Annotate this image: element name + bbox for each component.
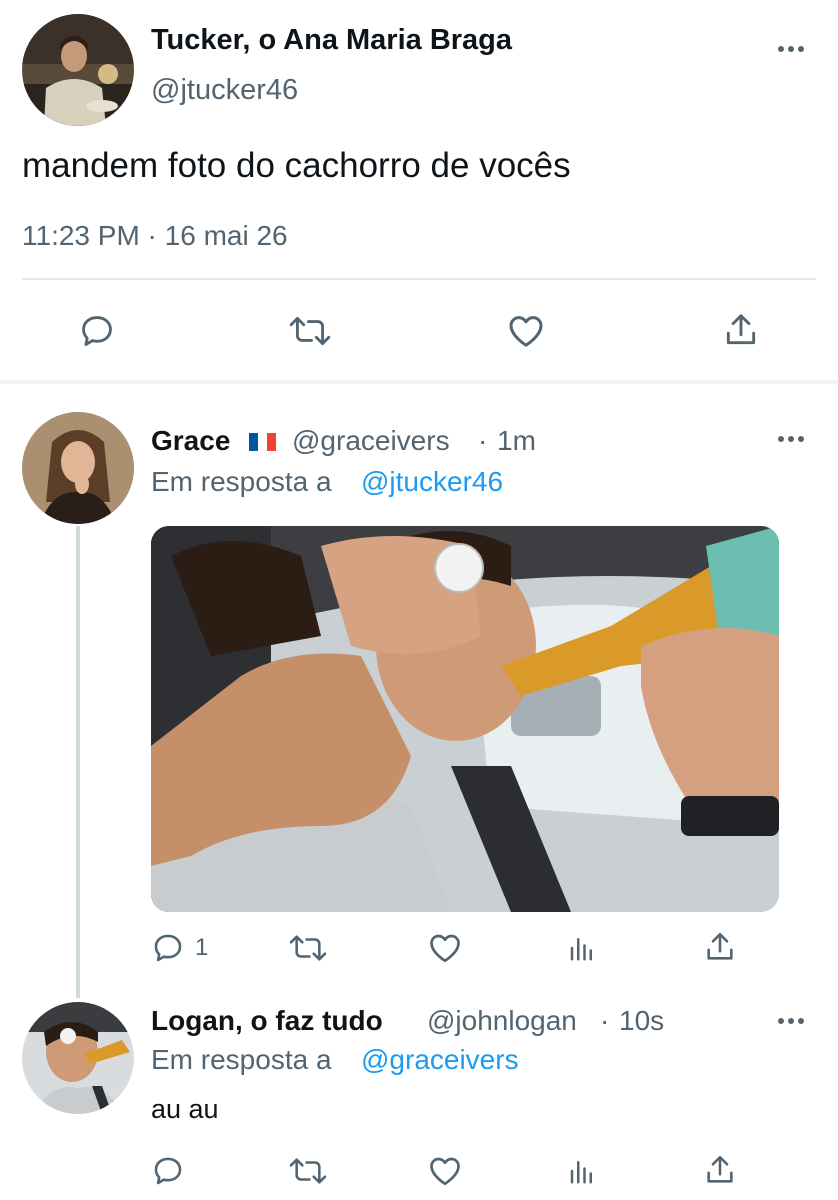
- author-handle[interactable]: @johnlogan: [427, 1005, 577, 1037]
- author-name[interactable]: Grace: [151, 425, 230, 457]
- analytics-icon[interactable]: [567, 932, 597, 964]
- thread-line: [76, 526, 80, 998]
- tweet-time[interactable]: 10s: [619, 1005, 664, 1037]
- tweet-timestamp: 11:23 PM · 16 mai 26: [22, 220, 288, 251]
- reply-icon[interactable]: [151, 931, 185, 965]
- more-options-icon[interactable]: [778, 434, 806, 444]
- more-options-icon[interactable]: [778, 1016, 806, 1026]
- tweet-text: mandem foto do cachorro de vocês: [22, 146, 571, 185]
- more-options-icon[interactable]: [778, 44, 806, 54]
- author-handle[interactable]: @jtucker46: [151, 74, 298, 107]
- france-flag-icon: [249, 433, 276, 451]
- section-divider: [0, 380, 838, 384]
- reply-context-handle[interactable]: @jtucker46: [361, 466, 503, 498]
- avatar-grace[interactable]: [22, 412, 134, 524]
- reply-context-handle[interactable]: @graceivers: [361, 1044, 519, 1076]
- analytics-icon[interactable]: [567, 1155, 597, 1187]
- share-icon[interactable]: [703, 1152, 737, 1188]
- reply-context-label: Em resposta a: [151, 466, 332, 497]
- tweet-text: au au: [151, 1094, 219, 1124]
- separator-dot: ·: [600, 1005, 610, 1036]
- reply-count: 1: [195, 934, 209, 961]
- author-name[interactable]: Logan, o faz tudo: [151, 1005, 383, 1037]
- author-handle[interactable]: @graceivers: [292, 425, 450, 457]
- retweet-icon[interactable]: [288, 312, 332, 350]
- like-icon[interactable]: [427, 930, 463, 966]
- reply-icon[interactable]: [78, 312, 116, 350]
- like-icon[interactable]: [505, 311, 547, 351]
- avatar-logan[interactable]: [22, 1002, 134, 1114]
- author-name[interactable]: Tucker, o Ana Maria Braga: [151, 24, 512, 57]
- share-icon[interactable]: [703, 929, 737, 965]
- like-icon[interactable]: [427, 1153, 463, 1189]
- retweet-icon[interactable]: [288, 1154, 328, 1188]
- tweet-media-photo[interactable]: [151, 526, 779, 912]
- separator-dot: ·: [478, 425, 488, 456]
- retweet-icon[interactable]: [288, 931, 328, 965]
- divider: [22, 278, 816, 280]
- share-icon[interactable]: [722, 310, 760, 350]
- reply-context-label: Em resposta a: [151, 1044, 332, 1075]
- tweet-time[interactable]: 1m: [497, 425, 536, 457]
- avatar-tucker[interactable]: [22, 14, 134, 126]
- reply-icon[interactable]: [151, 1154, 185, 1188]
